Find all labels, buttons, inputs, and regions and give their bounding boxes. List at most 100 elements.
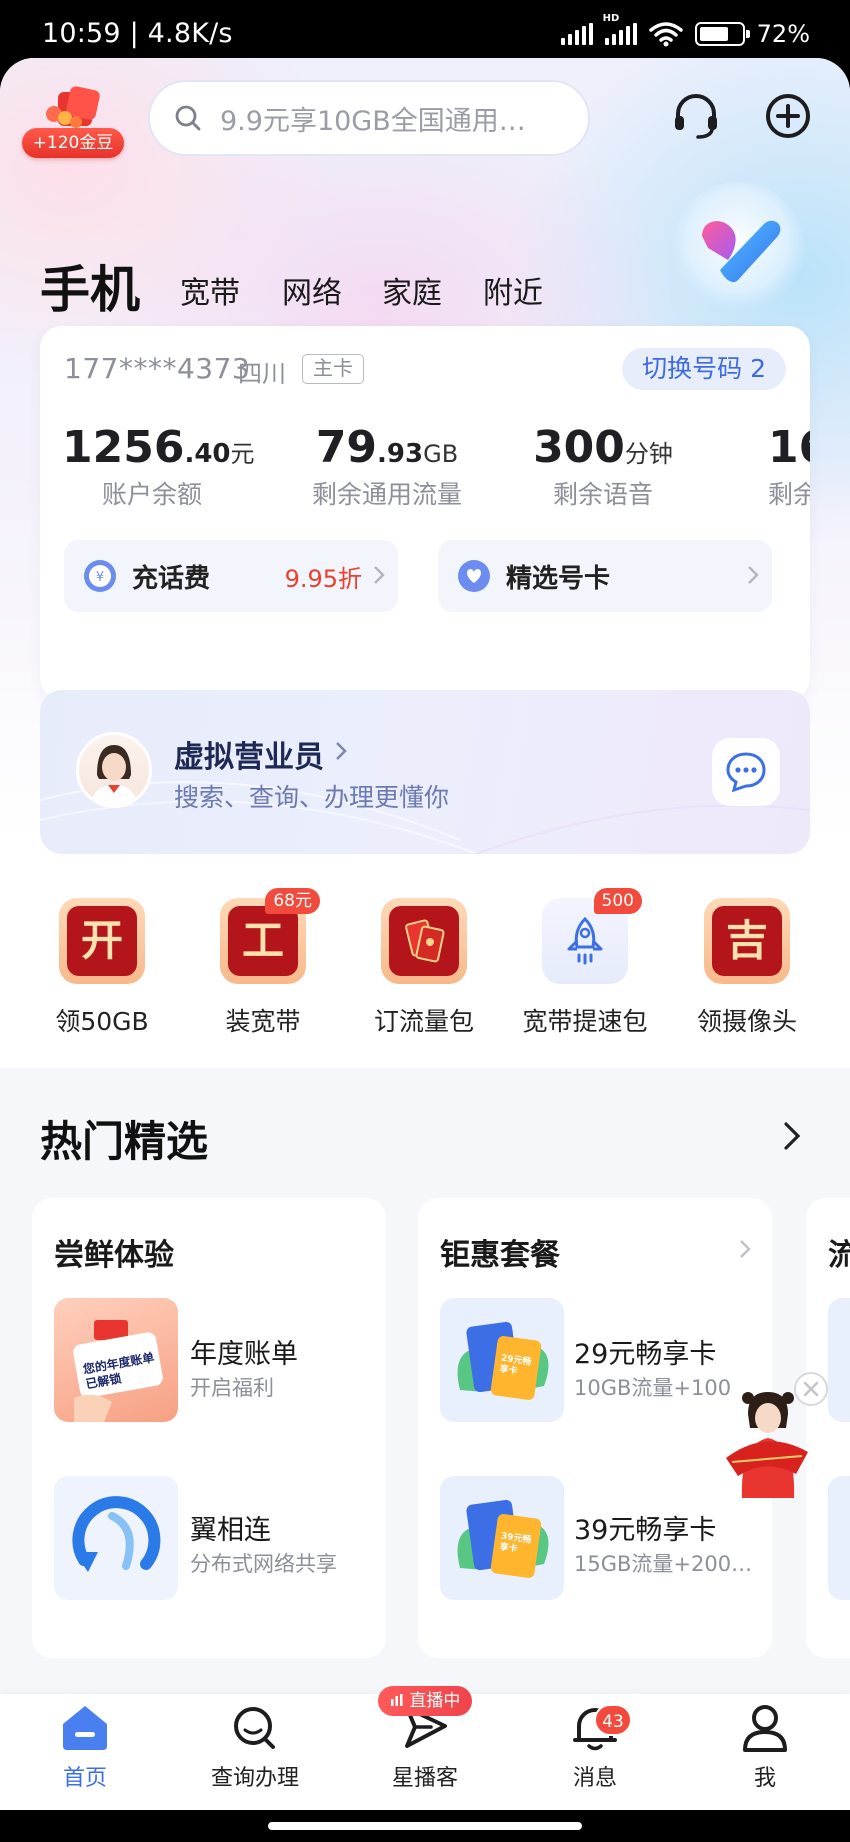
promo-character-icon[interactable] <box>722 1388 812 1498</box>
rocket-icon: 500 <box>542 888 642 984</box>
hot-picks-title: 热门精选 <box>40 1117 209 1166</box>
sim-29-image[interactable]: 29元畅享卡 <box>440 1298 564 1422</box>
gold-beans-label: +120金豆 <box>22 128 124 158</box>
balance-label: 账户余额 <box>101 480 202 509</box>
clerk-avatar <box>76 732 152 808</box>
wing-link-title[interactable]: 翼相连 <box>190 1508 271 1547</box>
recharge-discount: 9.95折 <box>284 564 362 593</box>
annual-bill-sub: 开启福利 <box>190 1376 274 1400</box>
sim-29-sub: 10GB流量+100 <box>574 1376 732 1400</box>
main-card-tag: 主卡 <box>302 354 364 384</box>
region-label: 四川 <box>238 360 286 388</box>
switch-number-button[interactable]: 切换号码 2 <box>622 348 786 390</box>
sim-29-title[interactable]: 29元畅享卡 <box>574 1332 716 1371</box>
wing-link-image[interactable] <box>54 1476 178 1600</box>
trial-card-title: 尝鲜体验 <box>54 1238 174 1273</box>
balance-stat[interactable]: 1256.40元 账户余额 <box>62 422 255 511</box>
voice-stat[interactable]: 300分钟 剩余语音 <box>528 422 678 511</box>
number-card-label: 精选号卡 <box>506 563 611 594</box>
chevron-right-icon <box>374 566 385 584</box>
count-badge: 500 <box>593 888 642 914</box>
wifi-icon <box>648 22 683 47</box>
flow-card[interactable]: 流 <box>806 1198 850 1658</box>
tab-phone[interactable]: 手机 <box>40 250 140 322</box>
quick-data-pack-label: 订流量包 <box>373 1007 474 1036</box>
live-badge-text: 直播中 <box>409 1691 461 1711</box>
user-icon <box>743 1705 787 1752</box>
recharge-label: 充话费 <box>132 563 211 594</box>
nav-query[interactable]: 查询办理 <box>185 1702 325 1792</box>
nav-home-label: 首页 <box>62 1766 107 1791</box>
quick-camera-label: 领摄像头 <box>696 1007 797 1036</box>
add-icon[interactable] <box>762 90 814 142</box>
nav-home[interactable]: 首页 <box>15 1702 155 1792</box>
chevron-right-icon <box>336 742 347 760</box>
tab-network[interactable]: 网络 <box>282 268 342 312</box>
quick-camera[interactable]: 吉 领摄像头 <box>682 898 812 1038</box>
brand-heart-icon <box>672 182 804 314</box>
sim-39-sub: 15GB流量+200… <box>574 1552 753 1576</box>
sim-39-image[interactable]: 39元畅享卡 <box>440 1476 564 1600</box>
work-icon: 工 68元 <box>220 888 320 984</box>
tab-broadband[interactable]: 宽带 <box>180 268 240 312</box>
live-bars-icon <box>391 1694 403 1706</box>
search-service-icon <box>234 1707 275 1749</box>
clerk-title: 虚拟营业员 <box>174 740 324 775</box>
status-time: 10:59 | 4.8K/s <box>42 18 233 49</box>
data-label: 剩余通用流量 <box>311 480 462 509</box>
customer-service-icon[interactable] <box>670 90 722 142</box>
open-icon: 开 <box>59 898 145 984</box>
annual-bill-image[interactable]: 您的年度账单已解锁 <box>54 1298 178 1422</box>
voice-label: 剩余语音 <box>552 480 653 509</box>
chevron-right-icon[interactable] <box>782 1120 802 1152</box>
lucky-icon: 吉 <box>704 898 790 984</box>
trial-card: 尝鲜体验 您的年度账单已解锁 年度账单 开启福利 翼相连 分布式网络共享 <box>32 1198 386 1658</box>
search-bar[interactable]: 9.9元享10GB全国通用… <box>148 80 590 156</box>
chevron-right-icon[interactable] <box>738 1238 752 1260</box>
number-card-button[interactable]: 精选号卡 <box>438 540 772 612</box>
gold-beans-badge[interactable]: +120金豆 <box>22 84 124 158</box>
message-count-badge: 43 <box>594 1704 632 1736</box>
home-indicator[interactable] <box>268 1822 582 1830</box>
battery-percent: 72% <box>756 20 810 48</box>
app-screen: +120金豆 9.9元享10GB全国通用… 手机 宽带 网络 家庭 附近 177… <box>0 58 850 1810</box>
quick-speed-pack[interactable]: 500 宽带提速包 <box>520 888 650 1038</box>
extra-stat[interactable]: 16 剩余 <box>768 422 810 511</box>
annual-bill-title[interactable]: 年度账单 <box>190 1332 298 1371</box>
nav-messages-label: 消息 <box>572 1766 617 1791</box>
quick-50gb[interactable]: 开 领50GB <box>37 898 167 1038</box>
cellular-signal-icon <box>560 23 593 45</box>
chat-button[interactable] <box>712 738 780 806</box>
tab-nearby[interactable]: 附近 <box>483 268 543 312</box>
account-card: 177****4373 四川 主卡 切换号码 2 1256.40元 账户余额 7… <box>40 326 810 700</box>
nav-podcast-label: 星播客 <box>391 1766 458 1791</box>
price-badge: 68元 <box>265 888 320 914</box>
quick-speed-pack-label: 宽带提速包 <box>522 1007 648 1036</box>
nav-query-label: 查询办理 <box>210 1766 299 1791</box>
home-icon <box>63 1706 107 1750</box>
chevron-right-icon <box>748 566 759 584</box>
recharge-button[interactable]: ¥ 充话费 9.95折 <box>64 540 398 612</box>
clerk-subtitle: 搜索、查询、办理更懂你 <box>174 783 450 812</box>
wing-link-sub: 分布式网络共享 <box>190 1552 337 1576</box>
svg-text:¥: ¥ <box>96 570 104 585</box>
package-card-title: 钜惠套餐 <box>440 1238 560 1273</box>
hd-signal-icon: HD <box>603 13 637 45</box>
virtual-clerk-banner[interactable]: 虚拟营业员 搜索、查询、办理更懂你 <box>40 690 810 854</box>
nav-me-label: 我 <box>753 1766 776 1791</box>
nav-me[interactable]: 我 <box>695 1702 835 1792</box>
live-badge[interactable]: 直播中 <box>378 1686 473 1716</box>
tab-home[interactable]: 家庭 <box>382 268 442 312</box>
extra-label: 剩余 <box>768 480 810 509</box>
quick-broadband-install[interactable]: 工 68元 装宽带 <box>198 888 328 1038</box>
sim-39-title[interactable]: 39元畅享卡 <box>574 1508 716 1547</box>
search-icon <box>175 105 201 131</box>
status-bar: 10:59 | 4.8K/s HD 72% <box>0 0 850 62</box>
battery-icon <box>694 22 750 46</box>
quick-data-pack[interactable]: 订流量包 <box>359 898 489 1038</box>
quick-broadband-install-label: 装宽带 <box>225 1007 301 1036</box>
phone-number: 177****4373 <box>64 352 251 385</box>
package-card: 钜惠套餐 29元畅享卡 29元畅享卡 10GB流量+100 39元畅享卡 39元… <box>418 1198 772 1658</box>
yuan-coin-icon: ¥ <box>84 560 116 592</box>
data-stat[interactable]: 79.93GB 剩余通用流量 <box>292 422 482 511</box>
